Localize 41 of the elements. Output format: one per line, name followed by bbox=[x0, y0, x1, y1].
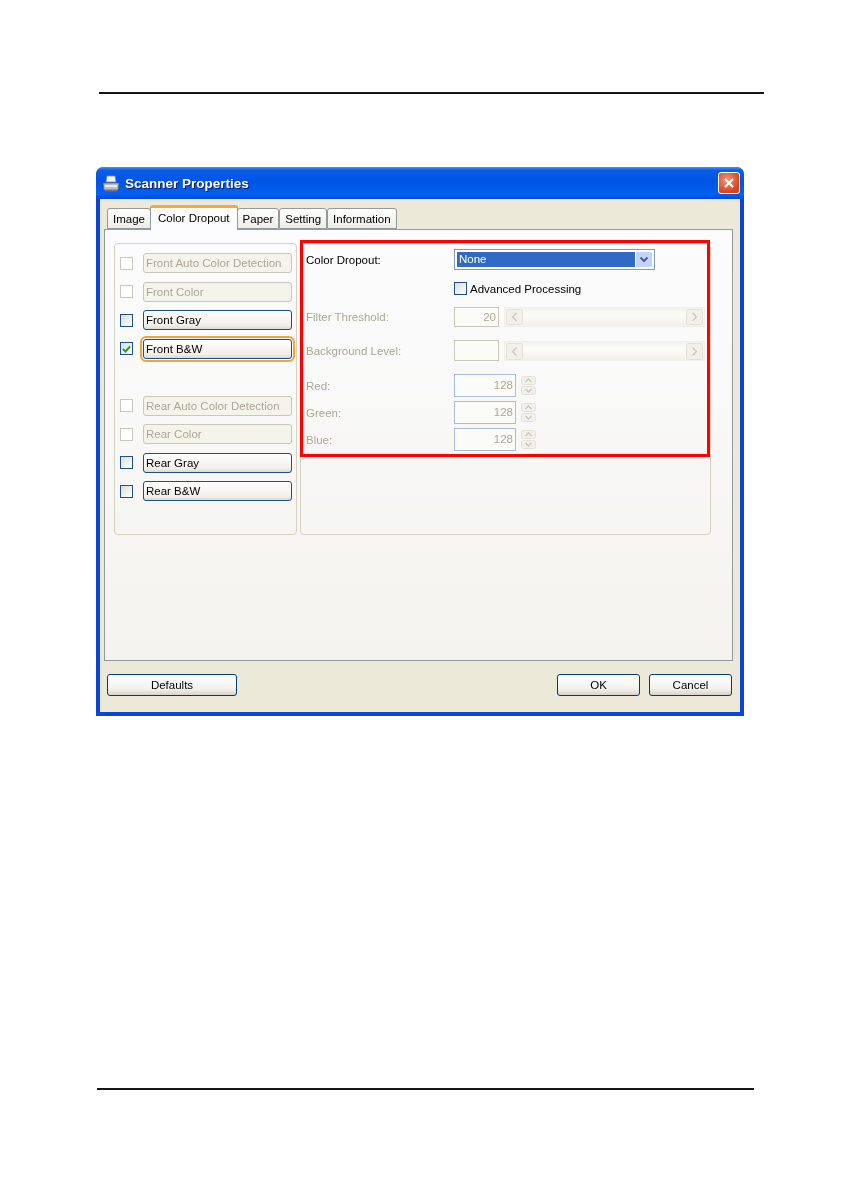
image-type-button[interactable]: Rear Gray bbox=[143, 452, 292, 473]
background-level-slider-track[interactable] bbox=[504, 340, 705, 361]
push-button[interactable]: Defaults bbox=[107, 674, 237, 696]
field-label: Filter Threshold: bbox=[306, 311, 390, 323]
field-label: Color Dropout: bbox=[306, 253, 382, 266]
tab[interactable]: Setting bbox=[279, 208, 328, 229]
threshold-slider-track[interactable] bbox=[504, 307, 705, 327]
image-type-button[interactable]: Front B&W bbox=[143, 338, 292, 359]
chevron-right-icon[interactable] bbox=[686, 309, 703, 325]
checkbox[interactable] bbox=[120, 342, 133, 355]
checkbox[interactable] bbox=[120, 484, 133, 498]
chevron-up-icon[interactable] bbox=[521, 403, 536, 412]
chevron-left-icon[interactable] bbox=[506, 342, 523, 360]
chevron-left-icon[interactable] bbox=[506, 309, 523, 325]
push-button[interactable]: Cancel bbox=[649, 674, 732, 696]
tab[interactable]: Information bbox=[327, 208, 397, 229]
chevron-up-icon[interactable] bbox=[521, 376, 536, 385]
checkbox[interactable] bbox=[120, 456, 133, 469]
checkbox[interactable] bbox=[120, 313, 133, 327]
push-button[interactable]: OK bbox=[557, 674, 640, 696]
checkmark-icon bbox=[122, 344, 131, 353]
field-label: Blue: bbox=[306, 433, 334, 446]
tab[interactable]: Paper bbox=[236, 208, 280, 229]
tab[interactable]: Color Dropout bbox=[149, 205, 238, 230]
checkbox[interactable] bbox=[454, 282, 467, 295]
chevron-up-icon[interactable] bbox=[521, 430, 536, 439]
image-type-button[interactable]: Rear B&W bbox=[143, 481, 292, 501]
tab[interactable]: Image bbox=[107, 208, 151, 229]
scanner-icon bbox=[102, 174, 120, 192]
chevron-right-icon[interactable] bbox=[686, 342, 703, 360]
window-title: Scanner Properties bbox=[125, 175, 250, 191]
field-label: Red: bbox=[306, 379, 332, 392]
field-label: Background Level: bbox=[306, 344, 403, 357]
background-level-input[interactable] bbox=[454, 340, 499, 361]
close-icon bbox=[724, 178, 734, 188]
image-type-button[interactable]: Front Gray bbox=[143, 310, 292, 330]
color-dropout-dropdown[interactable]: None bbox=[454, 249, 655, 270]
field-label: Green: bbox=[306, 406, 343, 419]
close-button[interactable] bbox=[718, 172, 740, 194]
checkbox-label: Advanced Processing bbox=[470, 282, 582, 295]
chevron-down-icon[interactable] bbox=[636, 252, 652, 267]
